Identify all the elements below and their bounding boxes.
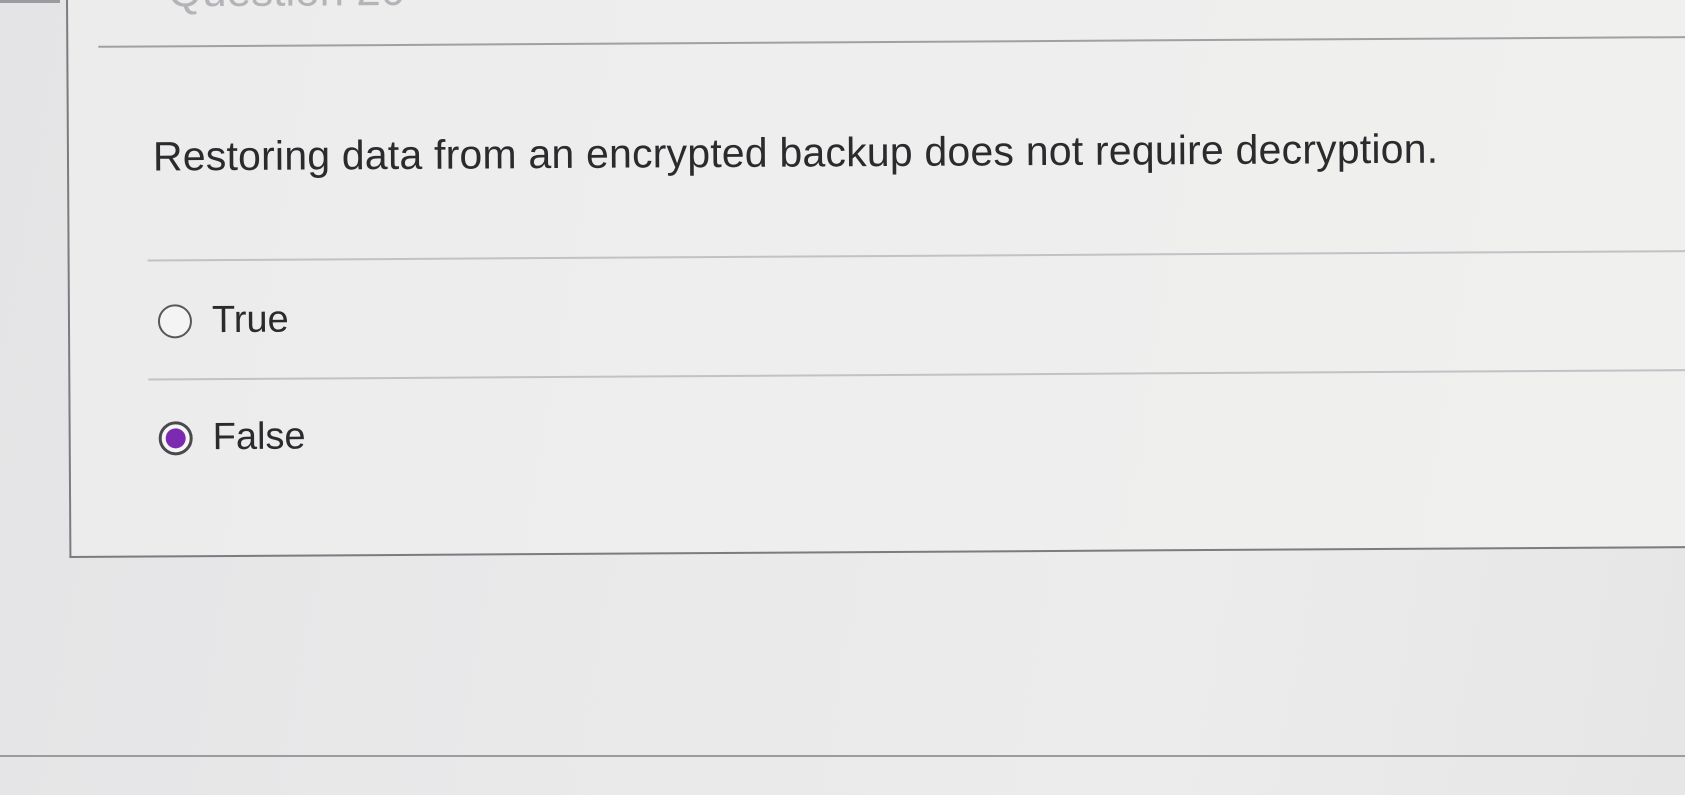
answer-divider	[148, 368, 1685, 381]
answer-option-true[interactable]: True	[157, 298, 289, 343]
answer-label-false: False	[212, 415, 306, 459]
answer-option-false[interactable]: False	[158, 415, 306, 460]
radio-true[interactable]	[157, 303, 193, 338]
radio-false-selected[interactable]	[158, 420, 193, 455]
question-text: Restoring data from an encrypted backup …	[152, 125, 1439, 180]
answer-divider	[147, 249, 1685, 262]
question-header: Question 20	[97, 0, 1685, 48]
question-card: Question 20 Restoring data from an encry…	[66, 0, 1685, 558]
question-number: Question 20	[168, 0, 406, 17]
page-top-rule	[0, 0, 60, 3]
answer-label-true: True	[211, 298, 289, 342]
next-question-divider	[0, 755, 1685, 757]
radio-selected-dot	[165, 427, 186, 448]
